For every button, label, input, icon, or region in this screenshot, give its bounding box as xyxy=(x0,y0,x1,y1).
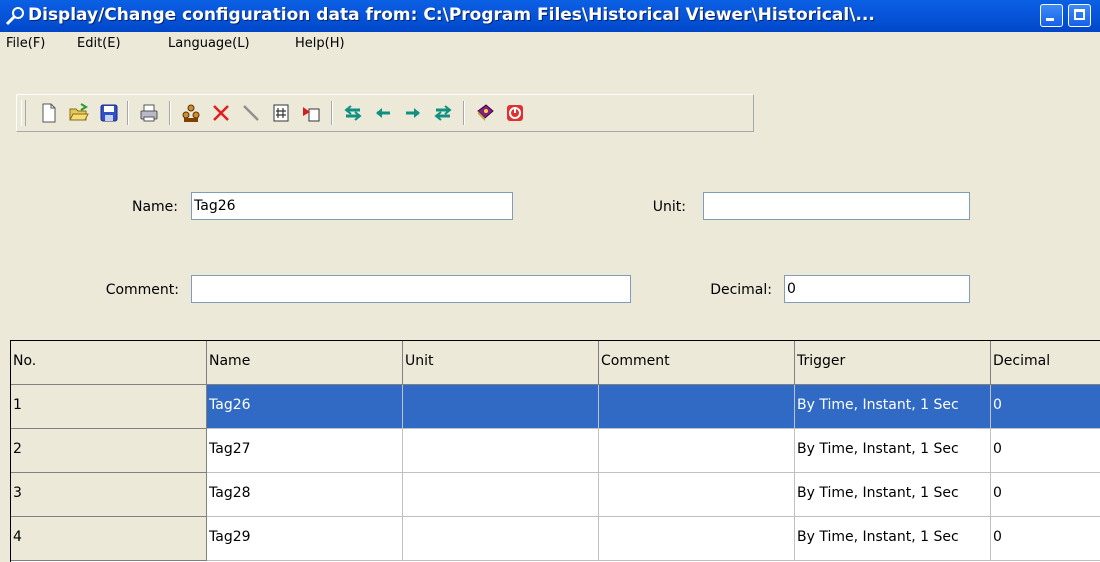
print-button[interactable] xyxy=(135,99,163,127)
print-icon xyxy=(140,104,158,122)
move-last-icon xyxy=(434,105,452,121)
table-row[interactable]: 4 Tag29 By Time, Instant, 1 Sec 0 xyxy=(11,517,1100,561)
maximize-button[interactable] xyxy=(1068,4,1091,27)
menu-help[interactable]: Help(H) xyxy=(295,36,345,51)
column-header-trigger[interactable]: Trigger xyxy=(795,341,991,385)
column-header-comment[interactable]: Comment xyxy=(599,341,795,385)
decimal-cell[interactable]: 0 xyxy=(991,473,1100,517)
number-grid-button[interactable] xyxy=(267,99,295,127)
table-row[interactable]: 3 Tag28 By Time, Instant, 1 Sec 0 xyxy=(11,473,1100,517)
decimal-cell[interactable]: 0 xyxy=(991,517,1100,561)
unit-cell[interactable] xyxy=(403,429,599,473)
number-grid-icon xyxy=(273,104,289,122)
move-prev-icon xyxy=(376,108,390,118)
move-last-button[interactable] xyxy=(429,99,457,127)
save-disk-icon xyxy=(100,104,118,122)
row-number[interactable]: 3 xyxy=(11,473,207,517)
open-folder-icon xyxy=(69,103,89,121)
title-bar[interactable]: Display/Change configuration data from: … xyxy=(0,0,1100,32)
toolbar-separator xyxy=(463,101,465,125)
menu-file[interactable]: File(F) xyxy=(6,36,45,51)
comment-cell[interactable] xyxy=(599,473,795,517)
move-first-button[interactable] xyxy=(339,99,367,127)
table-header-row: No. Name Unit Comment Trigger Decimal xyxy=(11,341,1100,385)
unit-cell[interactable] xyxy=(403,473,599,517)
minimize-icon xyxy=(1046,18,1054,21)
name-cell[interactable]: Tag29 xyxy=(207,517,403,561)
name-cell[interactable]: Tag27 xyxy=(207,429,403,473)
column-header-decimal[interactable]: Decimal xyxy=(991,341,1100,385)
delete-x-icon xyxy=(213,105,229,121)
move-next-icon xyxy=(406,108,420,118)
menu-language[interactable]: Language(L) xyxy=(168,36,250,51)
menu-edit[interactable]: Edit(E) xyxy=(77,36,121,51)
maximize-icon xyxy=(1074,9,1085,20)
toolbar-grip[interactable] xyxy=(21,100,26,126)
delete-button[interactable] xyxy=(207,99,235,127)
comment-cell[interactable] xyxy=(599,517,795,561)
line-tool-icon xyxy=(243,105,259,121)
minimize-button[interactable] xyxy=(1040,4,1063,27)
decimal-cell[interactable]: 0 xyxy=(991,385,1100,429)
toolbar xyxy=(16,94,754,132)
unit-label: Unit: xyxy=(652,199,686,215)
row-number[interactable]: 2 xyxy=(11,429,207,473)
new-file-icon xyxy=(42,103,56,123)
trigger-cell[interactable]: By Time, Instant, 1 Sec xyxy=(795,385,991,429)
unit-input[interactable] xyxy=(703,192,970,220)
menu-bar: File(F) Edit(E) Language(L) Help(H) xyxy=(0,32,1100,57)
name-input[interactable] xyxy=(191,192,513,220)
trigger-cell[interactable]: By Time, Instant, 1 Sec xyxy=(795,517,991,561)
decimal-input[interactable] xyxy=(784,275,970,303)
table-row[interactable]: 2 Tag27 By Time, Instant, 1 Sec 0 xyxy=(11,429,1100,473)
name-cell[interactable]: Tag28 xyxy=(207,473,403,517)
import-button[interactable] xyxy=(297,99,325,127)
column-header-name[interactable]: Name xyxy=(207,341,403,385)
comment-cell[interactable] xyxy=(599,429,795,473)
line-tool-button[interactable] xyxy=(237,99,265,127)
import-icon xyxy=(303,107,320,122)
decimal-cell[interactable]: 0 xyxy=(991,429,1100,473)
toolbar-separator xyxy=(331,101,333,125)
open-button[interactable] xyxy=(65,99,93,127)
wrench-icon xyxy=(5,7,24,26)
trigger-cell[interactable]: By Time, Instant, 1 Sec xyxy=(795,473,991,517)
decimal-label: Decimal: xyxy=(710,282,772,298)
exit-button[interactable] xyxy=(501,99,529,127)
tag-table: No. Name Unit Comment Trigger Decimal 1 … xyxy=(10,340,1100,562)
toolbar-separator xyxy=(169,101,171,125)
toolbar-separator xyxy=(127,101,129,125)
move-prev-button[interactable] xyxy=(369,99,397,127)
help-book-button[interactable] xyxy=(471,99,499,127)
exit-power-icon xyxy=(507,105,523,121)
table-row[interactable]: 1 Tag26 By Time, Instant, 1 Sec 0 xyxy=(11,385,1100,429)
move-first-icon xyxy=(344,105,362,121)
tag-group-icon xyxy=(182,104,200,122)
tag-group-button[interactable] xyxy=(177,99,205,127)
name-label: Name: xyxy=(131,199,178,215)
comment-input[interactable] xyxy=(191,275,631,303)
unit-cell[interactable] xyxy=(403,517,599,561)
row-number[interactable]: 1 xyxy=(11,385,207,429)
comment-label: Comment: xyxy=(105,282,179,298)
comment-cell[interactable] xyxy=(599,385,795,429)
new-button[interactable] xyxy=(35,99,63,127)
book-help-icon xyxy=(477,104,494,121)
unit-cell[interactable] xyxy=(403,385,599,429)
column-header-no[interactable]: No. xyxy=(11,341,207,385)
trigger-cell[interactable]: By Time, Instant, 1 Sec xyxy=(795,429,991,473)
column-header-unit[interactable]: Unit xyxy=(403,341,599,385)
save-button[interactable] xyxy=(95,99,123,127)
name-cell[interactable]: Tag26 xyxy=(207,385,403,429)
window-title: Display/Change configuration data from: … xyxy=(28,5,875,25)
move-next-button[interactable] xyxy=(399,99,427,127)
row-number[interactable]: 4 xyxy=(11,517,207,561)
